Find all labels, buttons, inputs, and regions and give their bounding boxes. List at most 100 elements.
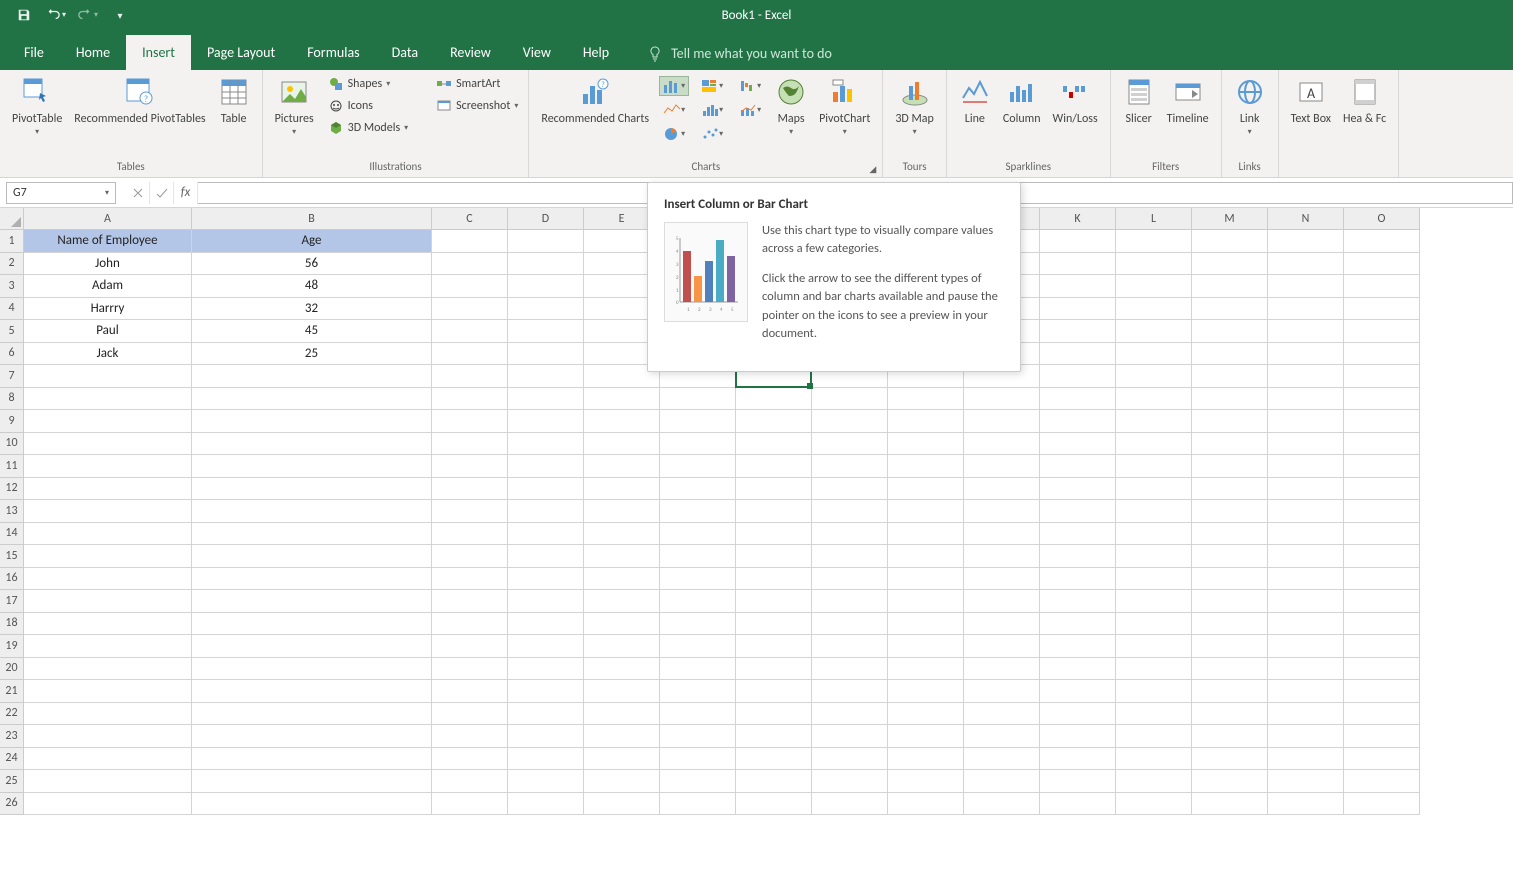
column-bar-chart-button[interactable]: ▾ — [659, 76, 689, 96]
row-header-18[interactable]: 18 — [0, 613, 24, 636]
row-header-3[interactable]: 3 — [0, 275, 24, 298]
cell-b2[interactable]: 56 — [192, 253, 432, 276]
recommended-pivottables-button[interactable]: ? Recommended PivotTables — [68, 74, 211, 128]
cell-a6[interactable]: Jack — [24, 343, 192, 366]
cell-a1[interactable]: Name of Employee — [24, 230, 192, 253]
maps-button[interactable]: Maps▾ — [769, 74, 813, 140]
cell-a3[interactable]: Adam — [24, 275, 192, 298]
cell-b3[interactable]: 48 — [192, 275, 432, 298]
enter-formula-button[interactable] — [150, 182, 174, 204]
row-header-11[interactable]: 11 — [0, 455, 24, 478]
cell-b4[interactable]: 32 — [192, 298, 432, 321]
smartart-button[interactable]: SmartArt — [432, 74, 522, 94]
row-header-8[interactable]: 8 — [0, 388, 24, 411]
save-button[interactable] — [10, 1, 38, 29]
recommended-charts-button[interactable]: ? Recommended Charts — [535, 74, 655, 128]
tab-insert[interactable]: Insert — [126, 35, 191, 70]
row-header-10[interactable]: 10 — [0, 433, 24, 456]
row-header-24[interactable]: 24 — [0, 748, 24, 771]
row-header-20[interactable]: 20 — [0, 658, 24, 681]
svg-text:2: 2 — [698, 307, 701, 313]
hierarchy-chart-button[interactable]: ▾ — [697, 76, 727, 96]
tell-me-search[interactable]: Tell me what you want to do — [637, 37, 842, 70]
tab-view[interactable]: View — [507, 35, 567, 70]
tab-page-layout[interactable]: Page Layout — [191, 35, 291, 70]
cancel-formula-button[interactable] — [126, 182, 150, 204]
cell-b6[interactable]: 25 — [192, 343, 432, 366]
column-header-c[interactable]: C — [432, 208, 508, 230]
row-header-13[interactable]: 13 — [0, 500, 24, 523]
tab-review[interactable]: Review — [434, 35, 507, 70]
row-header-19[interactable]: 19 — [0, 635, 24, 658]
tab-help[interactable]: Help — [567, 35, 625, 70]
sparkline-winloss-button[interactable]: Win/Loss — [1047, 74, 1104, 128]
row-header-16[interactable]: 16 — [0, 568, 24, 591]
row-header-9[interactable]: 9 — [0, 410, 24, 433]
row-header-1[interactable]: 1 — [0, 230, 24, 253]
slicer-button[interactable]: Slicer — [1117, 74, 1161, 128]
cell-a5[interactable]: Paul — [24, 320, 192, 343]
pivottable-icon — [21, 76, 53, 108]
tab-home[interactable]: Home — [60, 35, 126, 70]
pivotchart-button[interactable]: PivotChart▾ — [813, 74, 876, 140]
redo-button[interactable]: ▾ — [74, 1, 102, 29]
sparkline-line-button[interactable]: Line — [953, 74, 997, 128]
waterfall-stock-chart-button[interactable]: ▾ — [735, 76, 765, 96]
column-header-o[interactable]: O — [1344, 208, 1420, 230]
statistic-chart-button[interactable]: ▾ — [697, 100, 727, 120]
cell-b1[interactable]: Age — [192, 230, 432, 253]
tab-formulas[interactable]: Formulas — [291, 35, 375, 70]
tooltip-text: Use this chart type to visually compare … — [762, 222, 1004, 355]
row-header-6[interactable]: 6 — [0, 343, 24, 366]
qat-customize-button[interactable]: ▾ — [106, 1, 134, 29]
name-box[interactable]: G7▾ — [6, 182, 116, 204]
line-area-chart-button[interactable]: ▾ — [659, 100, 689, 120]
column-header-k[interactable]: K — [1040, 208, 1116, 230]
pivottable-button[interactable]: PivotTable▾ — [6, 74, 68, 140]
recommended-pivottables-icon: ? — [124, 76, 156, 108]
row-header-5[interactable]: 5 — [0, 320, 24, 343]
row-header-12[interactable]: 12 — [0, 478, 24, 501]
column-header-m[interactable]: M — [1192, 208, 1268, 230]
screenshot-button[interactable]: Screenshot ▾ — [432, 96, 522, 116]
column-header-l[interactable]: L — [1116, 208, 1192, 230]
cell-b5[interactable]: 45 — [192, 320, 432, 343]
row-header-15[interactable]: 15 — [0, 545, 24, 568]
shapes-button[interactable]: Shapes ▾ — [324, 74, 413, 94]
timeline-button[interactable]: Timeline — [1161, 74, 1215, 128]
undo-button[interactable]: ▾ — [42, 1, 70, 29]
pie-doughnut-chart-button[interactable]: ▾ — [659, 124, 689, 144]
column-header-a[interactable]: A — [24, 208, 192, 230]
textbox-button[interactable]: AText Box — [1285, 74, 1337, 128]
cell-a4[interactable]: Harrry — [24, 298, 192, 321]
tab-file[interactable]: File — [8, 35, 60, 70]
icons-button[interactable]: Icons — [324, 96, 413, 116]
link-button[interactable]: Link▾ — [1228, 74, 1272, 140]
row-header-14[interactable]: 14 — [0, 523, 24, 546]
tab-data[interactable]: Data — [376, 35, 434, 70]
combo-chart-button[interactable]: ▾ — [735, 100, 765, 120]
row-header-4[interactable]: 4 — [0, 298, 24, 321]
scatter-bubble-chart-button[interactable]: ▾ — [697, 124, 727, 144]
row-header-2[interactable]: 2 — [0, 253, 24, 276]
sparkline-column-button[interactable]: Column — [997, 74, 1047, 128]
column-header-b[interactable]: B — [192, 208, 432, 230]
3d-map-button[interactable]: 3D Map ▾ — [889, 74, 940, 140]
row-header-21[interactable]: 21 — [0, 680, 24, 703]
row-header-7[interactable]: 7 — [0, 365, 24, 388]
row-header-23[interactable]: 23 — [0, 725, 24, 748]
row-header-25[interactable]: 25 — [0, 770, 24, 793]
header-footer-button[interactable]: Hea & Fc — [1337, 74, 1392, 128]
column-header-d[interactable]: D — [508, 208, 584, 230]
row-header-26[interactable]: 26 — [0, 793, 24, 816]
insert-function-button[interactable]: fx — [174, 182, 198, 204]
row-header-17[interactable]: 17 — [0, 590, 24, 613]
charts-dialog-launcher[interactable]: ◢ — [869, 164, 879, 174]
3d-models-button[interactable]: 3D Models ▾ — [324, 118, 413, 138]
pictures-button[interactable]: Pictures▾ — [269, 74, 320, 140]
select-all-corner[interactable] — [0, 208, 24, 230]
column-header-n[interactable]: N — [1268, 208, 1344, 230]
table-button[interactable]: Table — [212, 74, 256, 128]
cell-a2[interactable]: John — [24, 253, 192, 276]
row-header-22[interactable]: 22 — [0, 703, 24, 726]
